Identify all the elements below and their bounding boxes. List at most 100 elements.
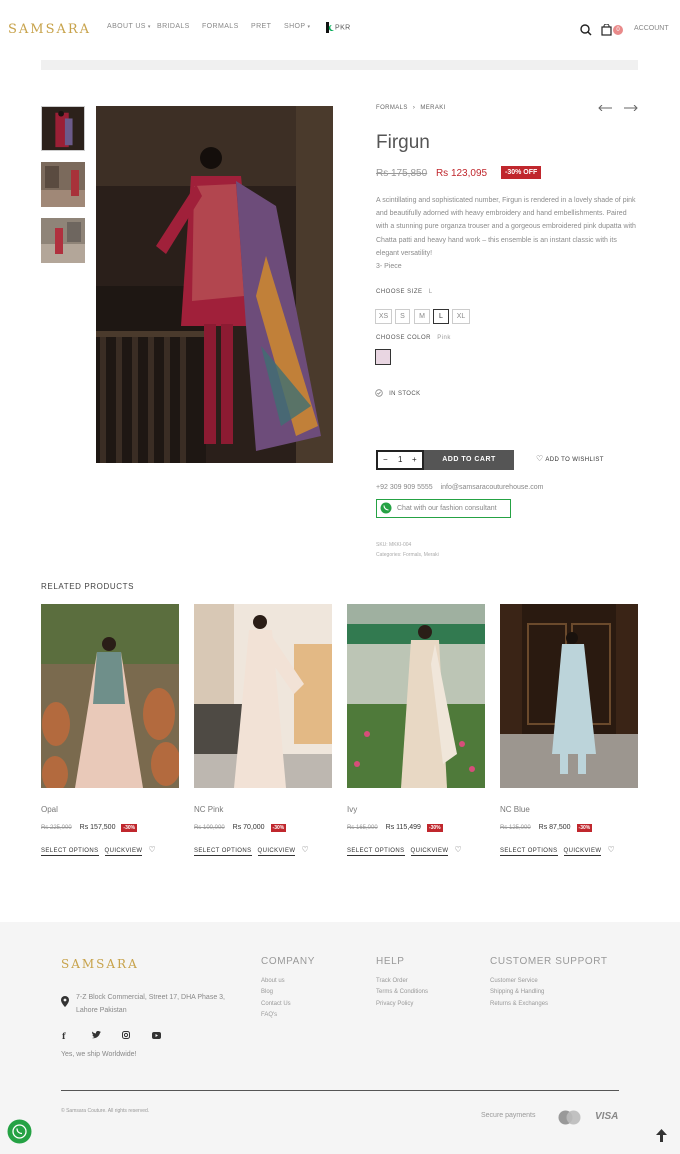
quickview-button[interactable]: QUICKVIEW: [410, 848, 449, 856]
breadcrumb-formals[interactable]: FORMALS: [376, 105, 408, 111]
heart-icon[interactable]: ♡: [454, 845, 461, 854]
related-discount-badge: -30%: [426, 824, 443, 832]
heart-icon[interactable]: ♡: [148, 845, 155, 854]
ship-note: Yes, we ship Worldwide!: [61, 1051, 137, 1058]
related-old-price: Rs 165,000: [347, 825, 378, 831]
related-product-image-ivy[interactable]: [347, 604, 485, 788]
contact-row: +92 309 909 5555 info@samsaracouturehous…: [376, 484, 543, 491]
related-name-ivy[interactable]: Ivy: [347, 805, 357, 814]
prev-product-arrow-icon[interactable]: [598, 105, 612, 111]
qty-minus-button[interactable]: −: [383, 455, 388, 464]
account-link[interactable]: ACCOUNT: [634, 25, 669, 32]
size-label: CHOOSE SIZE: [376, 289, 423, 295]
size-option-xs[interactable]: XS: [375, 309, 392, 324]
whatsapp-float-icon[interactable]: [7, 1119, 32, 1144]
nav-pret[interactable]: PRET: [251, 23, 271, 30]
footer-logo[interactable]: SAMSARA: [61, 957, 139, 971]
heart-icon[interactable]: ♡: [607, 845, 614, 854]
phone-link[interactable]: +92 309 909 5555: [376, 484, 433, 491]
footer-link-about[interactable]: About us: [261, 978, 285, 984]
select-options-button[interactable]: SELECT OPTIONS: [500, 848, 558, 856]
add-to-cart-button[interactable]: ADD TO CART: [424, 450, 514, 470]
footer-divider: [61, 1090, 619, 1091]
product-thumbnail-3[interactable]: [41, 218, 85, 263]
search-icon[interactable]: [580, 24, 592, 36]
color-label-row: CHOOSE COLOR Pink: [376, 335, 451, 341]
footer-address: 7-Z Block Commercial, Street 17, DHA Pha…: [76, 994, 225, 1014]
size-option-m[interactable]: M: [414, 309, 430, 324]
product-title: Firgun: [376, 132, 430, 153]
nav-shop-label: SHOP: [284, 23, 306, 30]
product-thumbnail-1[interactable]: [41, 106, 85, 151]
related-product-image-opal[interactable]: [41, 604, 179, 788]
copyright: © Samsara Couture. All rights reserved.: [61, 1108, 150, 1114]
size-option-s[interactable]: S: [395, 309, 410, 324]
site-logo[interactable]: SAMSARA: [8, 22, 91, 37]
currency-switcher[interactable]: PKR: [326, 22, 351, 33]
chat-label: Chat with our fashion consultant: [397, 505, 497, 512]
description-text: A scintillating and sophisticated number…: [376, 197, 636, 257]
footer-link-contact[interactable]: Contact Us: [261, 1001, 291, 1007]
related-discount-badge: -30%: [576, 824, 593, 832]
cart-icon[interactable]: [601, 24, 612, 36]
instagram-icon[interactable]: [122, 1031, 131, 1039]
nav-bridals[interactable]: BRIDALS: [157, 23, 190, 30]
nav-about[interactable]: ABOUT US ▾: [107, 23, 151, 30]
quickview-button[interactable]: QUICKVIEW: [257, 848, 296, 856]
heart-icon[interactable]: ♡: [301, 845, 308, 854]
quantity-stepper: − 1 +: [376, 450, 424, 470]
select-options-button[interactable]: SELECT OPTIONS: [347, 848, 405, 856]
related-product-image-nc-pink[interactable]: [194, 604, 332, 788]
size-option-l[interactable]: L: [433, 309, 449, 324]
chevron-down-icon: ▾: [147, 24, 151, 30]
back-to-top-arrow-icon[interactable]: [656, 1129, 667, 1142]
next-product-arrow-icon[interactable]: [624, 105, 638, 111]
footer-link-blog[interactable]: Blog: [261, 989, 273, 995]
footer-link-terms[interactable]: Terms & Conditions: [376, 989, 428, 995]
facebook-icon[interactable]: f: [62, 1031, 90, 1041]
related-actions-opal: SELECT OPTIONS QUICKVIEW ♡: [41, 845, 156, 856]
related-product-image-nc-blue[interactable]: [500, 604, 638, 788]
related-new-price: Rs 157,500: [79, 824, 116, 831]
select-options-button[interactable]: SELECT OPTIONS: [41, 848, 99, 856]
related-name-opal[interactable]: Opal: [41, 805, 58, 814]
size-selected: L: [428, 289, 433, 295]
related-photo: [194, 604, 332, 788]
nav-formals[interactable]: FORMALS: [202, 23, 239, 30]
add-to-wishlist-link[interactable]: ♡ ADD TO WISHLIST: [536, 454, 604, 463]
qty-plus-button[interactable]: +: [412, 455, 417, 464]
breadcrumb-meraki[interactable]: MERAKI: [420, 105, 445, 111]
footer-link-track-order[interactable]: Track Order: [376, 978, 408, 984]
related-price-opal: Rs 225,000 Rs 157,500 -30%: [41, 824, 138, 832]
related-old-price: Rs 225,000: [41, 825, 72, 831]
twitter-icon[interactable]: [92, 1030, 102, 1039]
color-label: CHOOSE COLOR: [376, 335, 432, 341]
footer-link-customer-service[interactable]: Customer Service: [490, 978, 538, 984]
color-swatch-pink[interactable]: [375, 349, 391, 365]
old-price: Rs 175,850: [376, 168, 428, 179]
cart-count-badge: 0: [613, 25, 623, 35]
youtube-icon[interactable]: [151, 1032, 161, 1039]
size-option-xl[interactable]: XL: [452, 309, 470, 324]
product-main-image[interactable]: [96, 106, 333, 463]
product-thumbnail-2[interactable]: [41, 162, 85, 207]
email-link[interactable]: info@samsaracouturehouse.com: [441, 484, 544, 491]
quickview-button[interactable]: QUICKVIEW: [563, 848, 602, 856]
site-footer: SAMSARA 7-Z Block Commercial, Street 17,…: [0, 922, 680, 1154]
discount-badge: -30% OFF: [501, 166, 542, 179]
footer-link-privacy[interactable]: Privacy Policy: [376, 1001, 413, 1007]
related-old-price: Rs 100,000: [194, 825, 225, 831]
footer-link-returns[interactable]: Returns & Exchanges: [490, 1001, 548, 1007]
nav-shop[interactable]: SHOP ▾: [284, 23, 310, 30]
related-name-nc-pink[interactable]: NC Pink: [194, 805, 223, 814]
whatsapp-chat-button[interactable]: Chat with our fashion consultant: [376, 499, 511, 518]
quickview-button[interactable]: QUICKVIEW: [104, 848, 143, 856]
qty-input[interactable]: 1: [398, 455, 402, 464]
related-name-nc-blue[interactable]: NC Blue: [500, 805, 530, 814]
related-photo: [500, 604, 638, 788]
social-links: f: [62, 1030, 161, 1041]
select-options-button[interactable]: SELECT OPTIONS: [194, 848, 252, 856]
footer-link-shipping[interactable]: Shipping & Handling: [490, 989, 544, 995]
price-row: Rs 175,850 Rs 123,095: [376, 168, 487, 179]
footer-link-faqs[interactable]: FAQ's: [261, 1012, 277, 1018]
